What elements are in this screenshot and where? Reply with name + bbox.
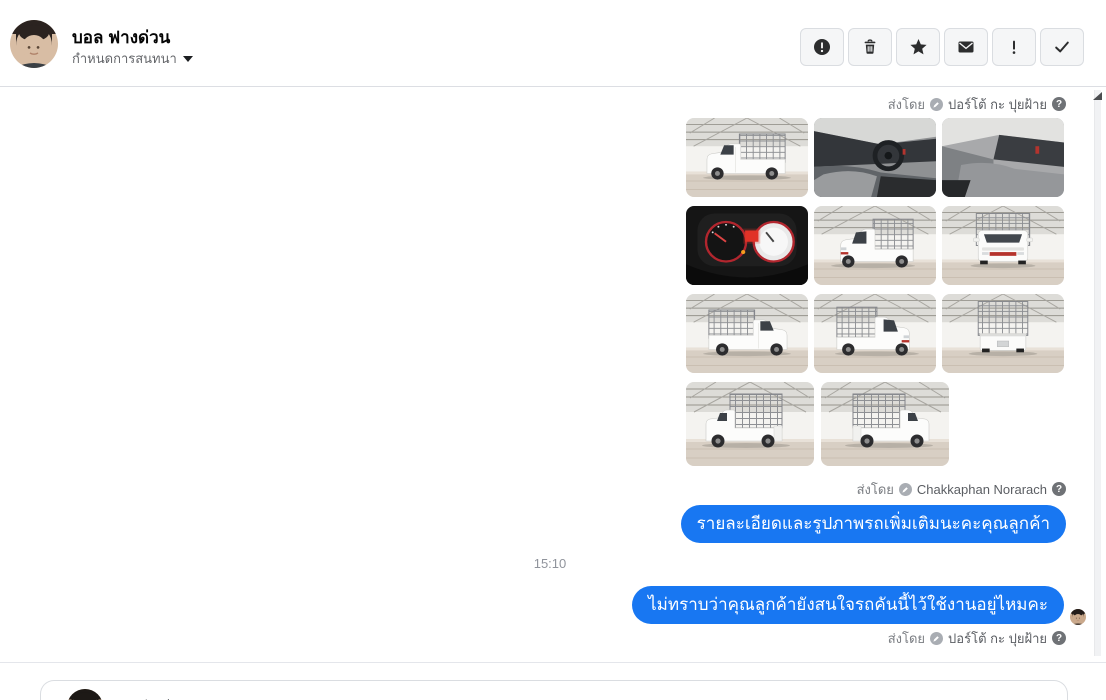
chevron-down-icon [182,55,193,62]
help-icon[interactable]: ? [1052,482,1066,496]
photo-grid [686,118,1064,373]
sender-name: Chakkaphan Norarach [916,481,1047,497]
sent-via-badge-icon [930,631,944,645]
contact-avatar[interactable] [10,20,58,68]
photo-thumbnail-interior-side[interactable] [942,118,1064,197]
sent-by-text: ส่งโดย [856,481,894,497]
photo-thumbnail-exterior-front34-left[interactable] [814,206,936,285]
mark-unread-button[interactable] [944,28,988,66]
flag-important-button[interactable] [992,28,1036,66]
mark-done-button[interactable] [1040,28,1084,66]
photo-thumbnail-exterior-side-right[interactable] [686,294,808,373]
exclamation-circle-icon [814,39,830,55]
sent-by-text: ส่งโดย [887,630,926,646]
seen-receipt-avatar [1070,609,1086,625]
star-button[interactable] [896,28,940,66]
photo-thumbnail-dashboard[interactable] [686,206,808,285]
envelope-icon [958,41,974,53]
sender-name: ปอร์โต้ กะ ปุยฝ้าย [948,96,1047,112]
sent-via-badge-icon [930,97,944,111]
conversation-schedule-dropdown[interactable]: กำหนดการสนทนา [72,48,193,69]
conversation-schedule-label: กำหนดการสนทนา [72,51,177,66]
chat-window: บอล ฟางด่วน กำหนดการสนทนา ส่งโดย ปอร์โต้… [0,0,1106,700]
sent-by-label: ส่งโดย ปอร์โต้ กะ ปุยฝ้าย ? [888,96,1066,112]
photo-thumbnail-exterior-rear[interactable] [942,294,1064,373]
conversation-header: บอล ฟางด่วน กำหนดการสนทนา [0,0,1106,87]
scrollbar-thumb[interactable] [1093,92,1102,100]
next-message-card: บอล ฟางด่วน [40,680,1068,700]
sent-by-label: ส่งโดย ปอร์โต้ กะ ปุยฝ้าย ? [888,630,1066,646]
sent-by-text: ส่งโดย [887,96,926,112]
header-actions [800,28,1084,66]
check-icon [1055,41,1069,53]
photo-grid-bottom [686,382,949,466]
sent-via-badge-icon [898,482,912,496]
photo-thumbnail-exterior-side-left[interactable] [686,118,808,197]
photo-thumbnail-exterior-rear34-right[interactable] [821,382,949,466]
contact-name: บอล ฟางด่วน [72,28,171,47]
photo-thumbnail-exterior-rear34-left[interactable] [686,382,814,466]
section-divider [0,662,1106,663]
help-icon[interactable]: ? [1052,97,1066,111]
scrollbar[interactable] [1093,90,1102,656]
outgoing-message-bubble[interactable]: รายละเอียดและรูปภาพรถเพิ่มเติมนะคะคุณลูก… [680,505,1066,543]
contact-avatar-small [67,689,103,700]
help-icon[interactable]: ? [1052,631,1066,645]
next-sender-name: บอล ฟางด่วน [111,694,186,700]
message-row: ไม่ทราบว่าคุณลูกค้ายังสนใจรถคันนี้ไว้ใช้… [632,586,1086,625]
sent-by-label: ส่งโดย Chakkaphan Norarach ? [857,481,1066,497]
outgoing-message-bubble[interactable]: ไม่ทราบว่าคุณลูกค้ายังสนใจรถคันนี้ไว้ใช้… [632,586,1064,624]
photo-thumbnail-exterior-front34-right[interactable] [814,294,936,373]
report-button[interactable] [800,28,844,66]
photo-thumbnail-interior-front[interactable] [814,118,936,197]
message-timestamp: 15:10 [533,556,567,571]
photo-thumbnail-exterior-front[interactable] [942,206,1064,285]
exclamation-icon [1012,40,1016,54]
star-icon [909,39,927,55]
delete-button[interactable] [848,28,892,66]
sender-name: ปอร์โต้ กะ ปุยฝ้าย [948,630,1047,646]
trash-icon [864,39,876,54]
